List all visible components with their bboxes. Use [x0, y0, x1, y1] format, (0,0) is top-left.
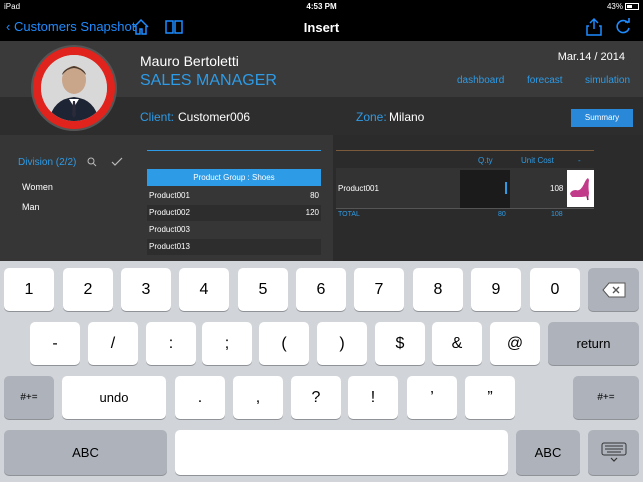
- abc-key-left[interactable]: ABC: [4, 430, 167, 475]
- client-label: Client:: [140, 110, 175, 124]
- status-bar: iPad 4:53 PM 43%: [0, 0, 643, 13]
- key-1[interactable]: 1: [4, 268, 54, 311]
- keyboard: 1 2 3 4 5 6 7 8 9 0 - / : ; ( ) $ & @ re…: [0, 261, 643, 482]
- product-thumbnail[interactable]: [567, 170, 594, 207]
- product-value: 80: [310, 191, 319, 200]
- key-semicolon[interactable]: ;: [202, 322, 252, 365]
- key-0[interactable]: 0: [530, 268, 580, 311]
- link-forecast[interactable]: forecast: [527, 75, 563, 86]
- link-simulation[interactable]: simulation: [585, 75, 630, 86]
- key-4[interactable]: 4: [179, 268, 229, 311]
- order-product-name: Product001: [338, 184, 379, 193]
- space-key[interactable]: [175, 430, 508, 475]
- more-symbols-key-right[interactable]: #+=: [573, 376, 639, 419]
- division-title[interactable]: Division (2/2): [18, 157, 76, 168]
- key-colon[interactable]: :: [146, 322, 196, 365]
- user-name: Mauro Bertoletti: [140, 53, 239, 69]
- unit-cost-value: 108: [550, 184, 564, 193]
- key-ampersand[interactable]: &: [432, 322, 482, 365]
- battery-indicator: 43%: [607, 2, 639, 11]
- divider: [336, 208, 594, 209]
- key-5[interactable]: 5: [238, 268, 288, 311]
- product-name: Product003: [149, 225, 190, 234]
- key-apostrophe[interactable]: ’: [407, 376, 457, 419]
- column-extra: -: [578, 156, 581, 165]
- key-exclamation[interactable]: !: [348, 376, 398, 419]
- keyboard-dismiss-icon: [601, 442, 626, 462]
- division-item-women[interactable]: Women: [22, 182, 53, 192]
- key-quote[interactable]: ”: [465, 376, 515, 419]
- date-label: Mar.14 / 2014: [557, 51, 625, 63]
- key-6[interactable]: 6: [296, 268, 346, 311]
- undo-key[interactable]: undo: [62, 376, 166, 419]
- checkmark-icon[interactable]: [111, 157, 123, 167]
- list-item[interactable]: Product001 80: [147, 188, 321, 204]
- link-dashboard[interactable]: dashboard: [457, 75, 504, 86]
- product-name: Product013: [149, 242, 190, 251]
- key-8[interactable]: 8: [413, 268, 463, 311]
- more-symbols-key-left[interactable]: #+=: [4, 376, 54, 419]
- return-key[interactable]: return: [548, 322, 639, 365]
- key-close-paren[interactable]: ): [317, 322, 367, 365]
- divider: [336, 150, 594, 151]
- key-dollar[interactable]: $: [375, 322, 425, 365]
- backspace-key[interactable]: [588, 268, 639, 311]
- refresh-icon[interactable]: [613, 17, 633, 37]
- column-unit-cost: Unit Cost: [521, 156, 554, 165]
- key-3[interactable]: 3: [121, 268, 171, 311]
- key-7[interactable]: 7: [354, 268, 404, 311]
- user-role: SALES MANAGER: [140, 72, 277, 89]
- total-qty: 80: [498, 211, 506, 218]
- shoe-icon: [570, 178, 589, 201]
- list-item[interactable]: Product002 120: [147, 205, 321, 221]
- list-item[interactable]: Product013: [147, 239, 321, 255]
- divider: [147, 150, 321, 151]
- key-9[interactable]: 9: [471, 268, 521, 311]
- avatar-photo: [41, 55, 107, 121]
- dismiss-keyboard-key[interactable]: [588, 430, 639, 475]
- key-period[interactable]: .: [175, 376, 225, 419]
- zone-label: Zone:: [356, 110, 387, 124]
- navigation-bar: ‹ Customers Snapshot Insert: [0, 13, 643, 41]
- summary-button[interactable]: Summary: [571, 109, 633, 127]
- total-cost: 108: [551, 211, 563, 218]
- qty-input[interactable]: [460, 170, 510, 208]
- person-icon: [41, 55, 107, 121]
- backspace-icon: [601, 282, 625, 297]
- battery-icon: [625, 3, 639, 11]
- key-at[interactable]: @: [490, 322, 540, 365]
- list-item[interactable]: Product003: [147, 222, 321, 238]
- key-open-paren[interactable]: (: [259, 322, 309, 365]
- text-cursor: [505, 182, 507, 194]
- column-qty: Q.ty: [478, 156, 493, 165]
- status-time: 4:53 PM: [306, 2, 337, 11]
- key-comma[interactable]: ,: [233, 376, 283, 419]
- product-name: Product002: [149, 208, 190, 217]
- product-group-header[interactable]: Product Group : Shoes: [147, 169, 321, 186]
- abc-key-right[interactable]: ABC: [516, 430, 580, 475]
- battery-percent: 43%: [606, 2, 623, 11]
- product-value: 120: [305, 208, 319, 217]
- key-question[interactable]: ?: [291, 376, 341, 419]
- product-name: Product001: [149, 191, 190, 200]
- search-icon[interactable]: [87, 157, 97, 167]
- key-2[interactable]: 2: [63, 268, 113, 311]
- key-slash[interactable]: /: [88, 322, 138, 365]
- nav-title: Insert: [303, 20, 340, 35]
- zone-value: Milano: [389, 110, 425, 124]
- client-value: Customer006: [178, 110, 251, 124]
- key-hyphen[interactable]: -: [30, 322, 80, 365]
- division-item-man[interactable]: Man: [22, 202, 40, 212]
- avatar: [31, 45, 117, 131]
- share-icon[interactable]: [584, 17, 604, 37]
- total-label: TOTAL: [338, 211, 360, 218]
